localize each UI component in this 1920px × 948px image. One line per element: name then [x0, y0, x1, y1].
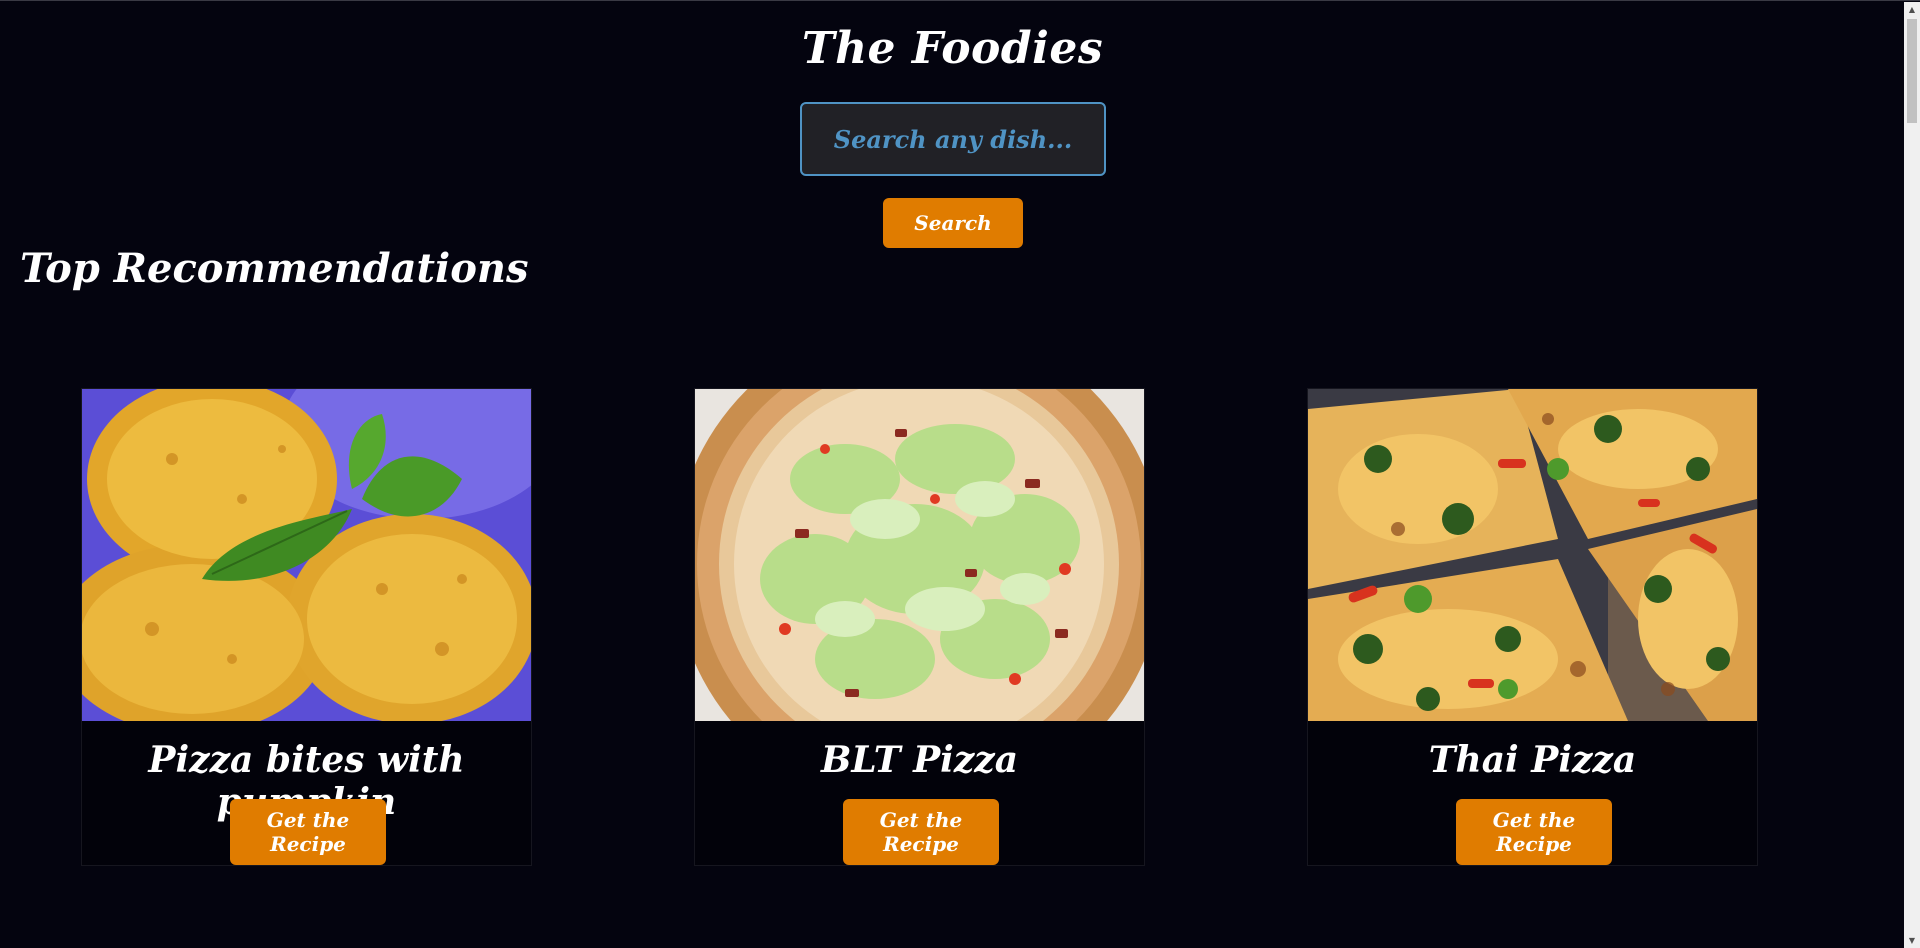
recipe-title: BLT Pizza [820, 739, 1019, 781]
scroll-thumb[interactable] [1907, 19, 1917, 123]
get-recipe-button[interactable]: Get the Recipe [230, 799, 386, 865]
search-input[interactable] [802, 103, 1104, 175]
site-title: The Foodies [801, 23, 1104, 74]
recipe-title: Thai Pizza [1428, 739, 1637, 781]
vertical-scrollbar[interactable]: ▲ ▼ [1904, 2, 1920, 948]
search-box[interactable] [800, 102, 1106, 176]
chevron-up-icon[interactable]: ▲ [1904, 2, 1920, 18]
recipe-card: Thai Pizza Get the Recipe [1307, 388, 1758, 866]
get-recipe-button[interactable]: Get the Recipe [843, 799, 999, 865]
recipe-card: BLT Pizza Get the Recipe [694, 388, 1145, 866]
section-heading-top-recommendations: Top Recommendations [20, 245, 529, 292]
recipe-card: Pizza bites with pumpkin Get the Recipe [81, 388, 532, 866]
page: The Foodies Search Top Recommendations [0, 0, 1920, 948]
recipe-image-pizza-bites [82, 389, 531, 721]
recipe-image-blt-pizza [695, 389, 1144, 721]
chevron-down-icon[interactable]: ▼ [1904, 933, 1920, 948]
search-button[interactable]: Search [883, 198, 1023, 248]
get-recipe-button[interactable]: Get the Recipe [1456, 799, 1612, 865]
recipe-image-thai-pizza [1308, 389, 1757, 721]
